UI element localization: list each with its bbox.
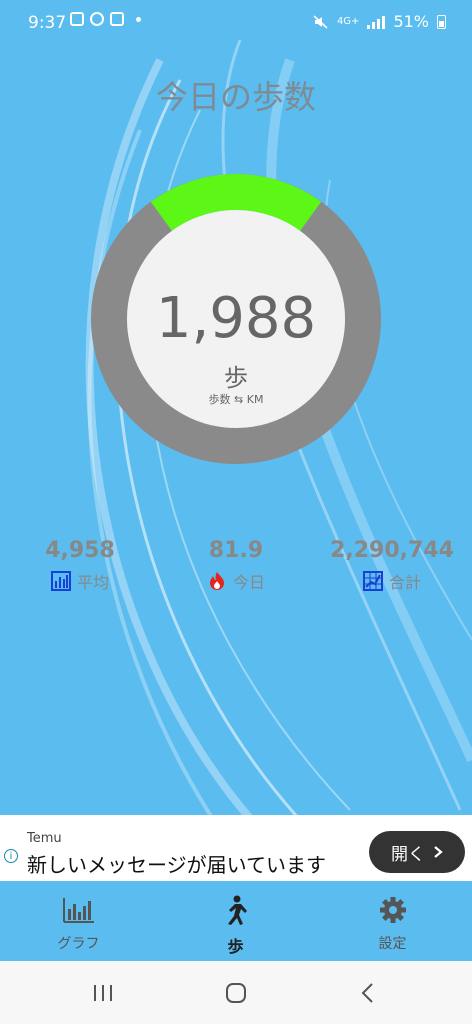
nav-item-settings[interactable]: 設定 xyxy=(314,881,471,961)
notification-icons xyxy=(70,12,141,26)
mute-icon xyxy=(313,14,328,29)
status-bar: 9:37 4G+ 51% xyxy=(0,0,472,46)
stat-average-label: 平均 xyxy=(76,573,109,592)
stat-average-label-row: 平均 xyxy=(0,569,160,593)
stat-today-label-row: 今日 xyxy=(156,569,316,593)
bottom-nav: グラフ 歩 設定 xyxy=(0,881,472,961)
notification-app-icon xyxy=(70,12,84,26)
ad-brand: Temu xyxy=(27,831,62,846)
stat-today: 81.9 今日 xyxy=(156,538,316,593)
ad-info-icon[interactable]: i xyxy=(4,849,18,863)
bar-chart-icon xyxy=(50,571,71,591)
recent-apps-icon[interactable] xyxy=(73,977,133,1009)
stat-average-value: 4,958 xyxy=(45,538,115,563)
stat-total-label: 合計 xyxy=(388,573,421,592)
battery-percent: 51% xyxy=(393,12,429,31)
settings-gear-icon xyxy=(380,897,406,923)
steps-count: 1,988 xyxy=(155,286,317,351)
stat-total-label-row: 合計 xyxy=(312,569,472,593)
unit-toggle[interactable]: 歩数 ⇆ KM xyxy=(0,391,472,407)
system-nav-bar xyxy=(0,961,472,1024)
stat-today-label: 今日 xyxy=(232,573,265,592)
walking-icon xyxy=(228,895,247,925)
chrome-icon xyxy=(90,12,104,26)
page-title: 今日の歩数 xyxy=(155,78,316,116)
nav-item-graph[interactable]: グラフ xyxy=(0,881,157,961)
ad-open-label: 開く xyxy=(391,844,425,865)
nav-label-steps: 歩 xyxy=(227,937,244,956)
stat-total: 2,290,744 合計 xyxy=(312,538,472,593)
chevron-right-icon xyxy=(434,846,443,858)
status-time: 9:37 xyxy=(28,13,67,33)
nav-label-settings: 設定 xyxy=(378,936,407,952)
ad-message: 新しいメッセージが届いています xyxy=(27,853,326,877)
grid-chart-icon xyxy=(362,571,383,591)
flame-icon xyxy=(209,572,224,590)
notification-window-icon xyxy=(110,12,124,26)
signal-icon xyxy=(367,15,386,29)
stat-average: 4,958 平均 xyxy=(0,538,160,593)
ad-open-button[interactable]: 開く xyxy=(369,831,465,873)
home-icon[interactable] xyxy=(206,977,266,1009)
nav-label-graph: グラフ xyxy=(57,936,100,952)
nav-item-steps[interactable]: 歩 xyxy=(157,881,314,961)
stat-today-value: 81.9 xyxy=(208,538,264,563)
status-right-icons: 4G+ 51% xyxy=(313,12,446,31)
ad-banner[interactable]: i Temu 新しいメッセージが届いています 開く xyxy=(0,815,472,881)
more-notifications-dot-icon xyxy=(136,16,141,22)
stat-total-value: 2,290,744 xyxy=(330,538,454,563)
battery-icon xyxy=(437,14,446,29)
graph-icon xyxy=(63,898,94,923)
steps-unit: 歩 xyxy=(224,364,248,392)
network-type: 4G+ xyxy=(336,16,360,27)
back-icon[interactable] xyxy=(338,977,398,1009)
